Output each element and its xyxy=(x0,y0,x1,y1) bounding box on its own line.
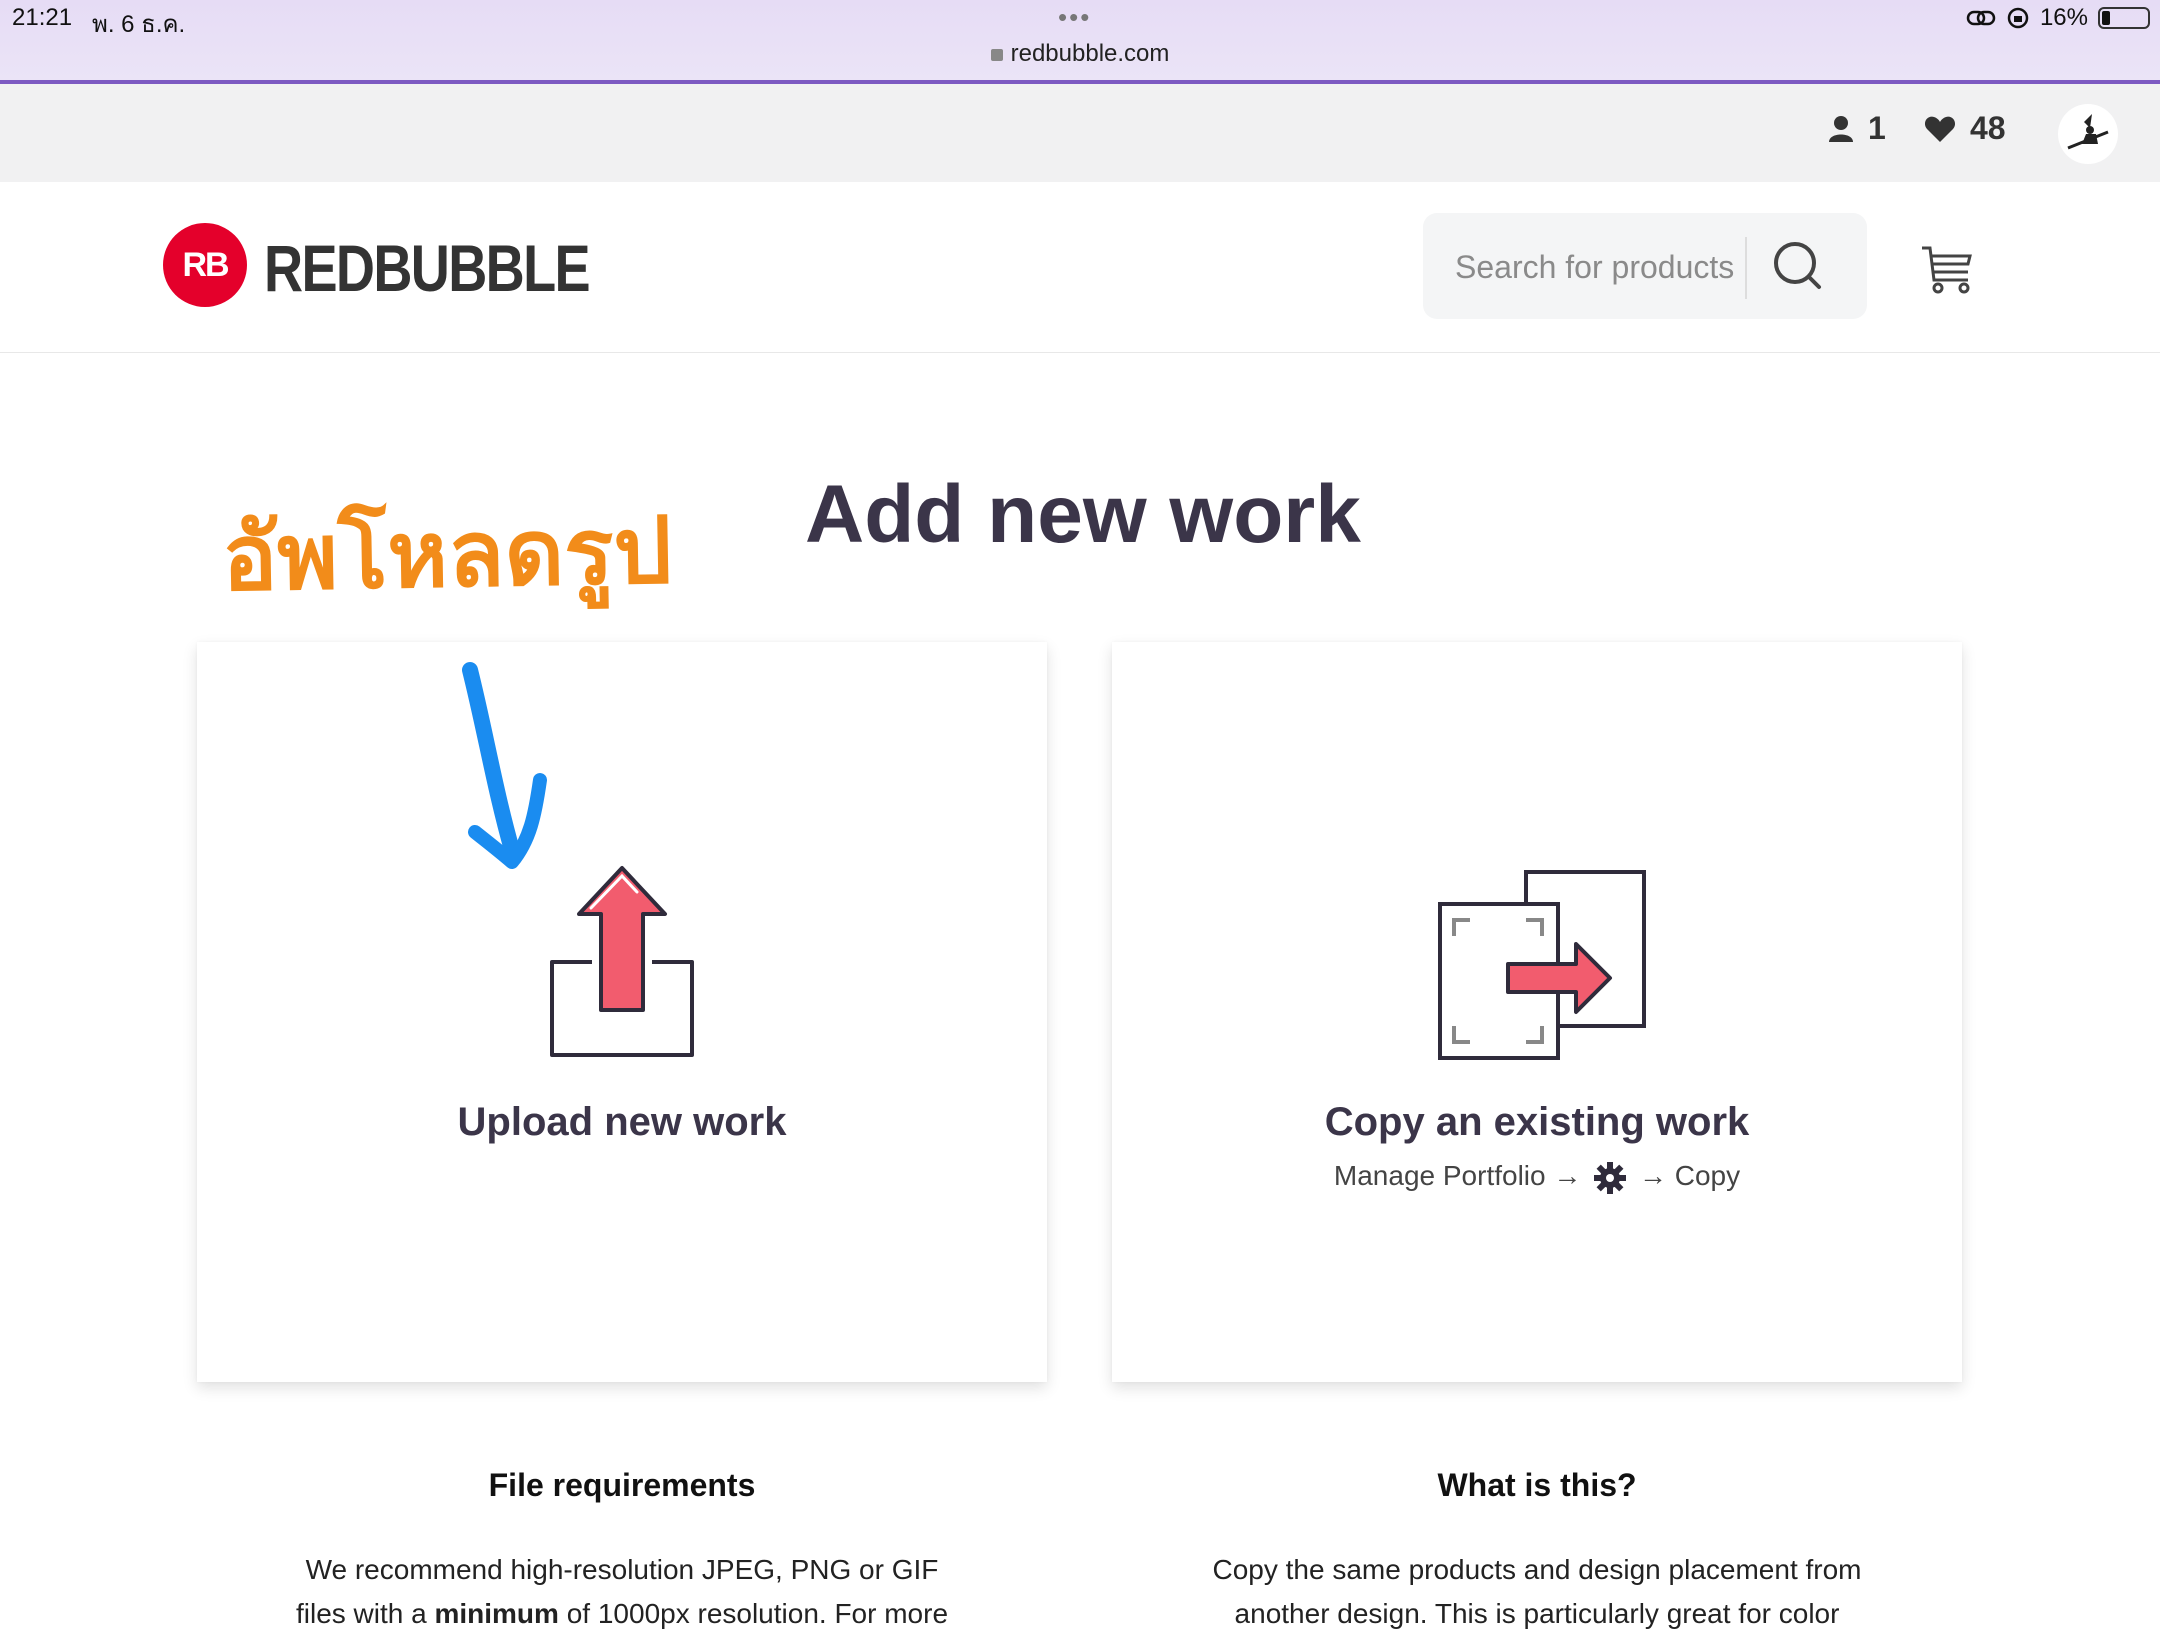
followers-link[interactable]: 1 xyxy=(1828,110,1886,147)
path-manage-portfolio: Manage Portfolio → xyxy=(1333,1160,1582,1191)
file-requirements-text: We recommend high-resolution JPEG, PNG o… xyxy=(197,1548,1047,1636)
file-req-text-bold: minimum xyxy=(434,1598,559,1629)
witch-avatar-icon xyxy=(2067,114,2109,150)
copy-existing-work-card[interactable]: Copy an existing work Manage Portfolio →… xyxy=(1112,642,1962,1382)
account-bar: 1 48 xyxy=(0,84,2160,182)
status-bar: 21:21 พ. 6 ธ.ค. ••• redbubble.com 16% xyxy=(0,0,2160,84)
logo-badge[interactable]: RB xyxy=(163,223,247,307)
copy-work-icon xyxy=(1438,870,1646,1060)
search-button[interactable] xyxy=(1761,231,1837,301)
status-time: 21:21 xyxy=(12,4,73,31)
search-bar xyxy=(1423,213,1867,319)
url-text: redbubble.com xyxy=(1010,40,1170,67)
upload-card-title: Upload new work xyxy=(457,1100,787,1144)
upload-new-work-card[interactable]: Upload new work xyxy=(197,642,1047,1382)
what-is-this-text: Copy the same products and design placem… xyxy=(1112,1548,1962,1636)
battery-icon xyxy=(2098,7,2150,29)
what-is-this-line-2: another design. This is particularly gre… xyxy=(1234,1598,1840,1629)
site-header: RB REDBUBBLE xyxy=(0,182,2160,353)
file-req-text-post: of 1000px resolution. For more xyxy=(558,1598,949,1629)
favorites-count: 48 xyxy=(1970,110,2006,146)
file-req-text-pre: files with a xyxy=(295,1598,435,1629)
page-title: Add new work xyxy=(805,469,1361,560)
what-is-this-heading: What is this? xyxy=(1437,1467,1637,1503)
address-bar[interactable]: redbubble.com xyxy=(0,40,2160,68)
what-is-this-line-1: Copy the same products and design placem… xyxy=(1212,1554,1862,1585)
file-requirements-heading: File requirements xyxy=(488,1467,756,1503)
handwritten-annotation: อัพโหลดรูป xyxy=(221,497,673,612)
logo-wordmark[interactable]: REDBUBBLE xyxy=(264,230,591,306)
status-date: พ. 6 ธ.ค. xyxy=(92,11,186,38)
annotation-arrow xyxy=(462,662,547,869)
gear-icon xyxy=(1594,1161,1627,1194)
heart-icon xyxy=(1924,116,1956,142)
status-indicators: 16% xyxy=(1966,4,2150,32)
cart-icon xyxy=(1922,246,1972,294)
search-divider xyxy=(1745,237,1747,299)
link-icon xyxy=(1966,10,1996,26)
file-requirements-line-2: files with a minimum of 1000px resolutio… xyxy=(197,1592,1047,1636)
copy-card-title: Copy an existing work xyxy=(1324,1100,1750,1144)
search-input[interactable] xyxy=(1453,243,1737,291)
battery-percent: 16% xyxy=(2039,4,2088,31)
user-icon xyxy=(1829,115,1853,142)
avatar[interactable] xyxy=(2058,104,2118,164)
followers-count: 1 xyxy=(1868,110,1886,146)
lock-icon xyxy=(990,49,1003,61)
file-requirements-line-1: We recommend high-resolution JPEG, PNG o… xyxy=(305,1554,939,1585)
cart-button[interactable] xyxy=(1920,242,1976,296)
multitasking-dots[interactable]: ••• xyxy=(1058,2,1091,33)
favorites-link[interactable]: 48 xyxy=(1924,110,2006,147)
path-copy: → Copy xyxy=(1638,1160,1741,1191)
upload-icon xyxy=(550,866,694,1057)
rotation-lock-icon xyxy=(2007,7,2029,29)
search-icon xyxy=(1774,242,1821,289)
copy-card-path: Manage Portfolio → → Copy xyxy=(1112,1160,1962,1195)
